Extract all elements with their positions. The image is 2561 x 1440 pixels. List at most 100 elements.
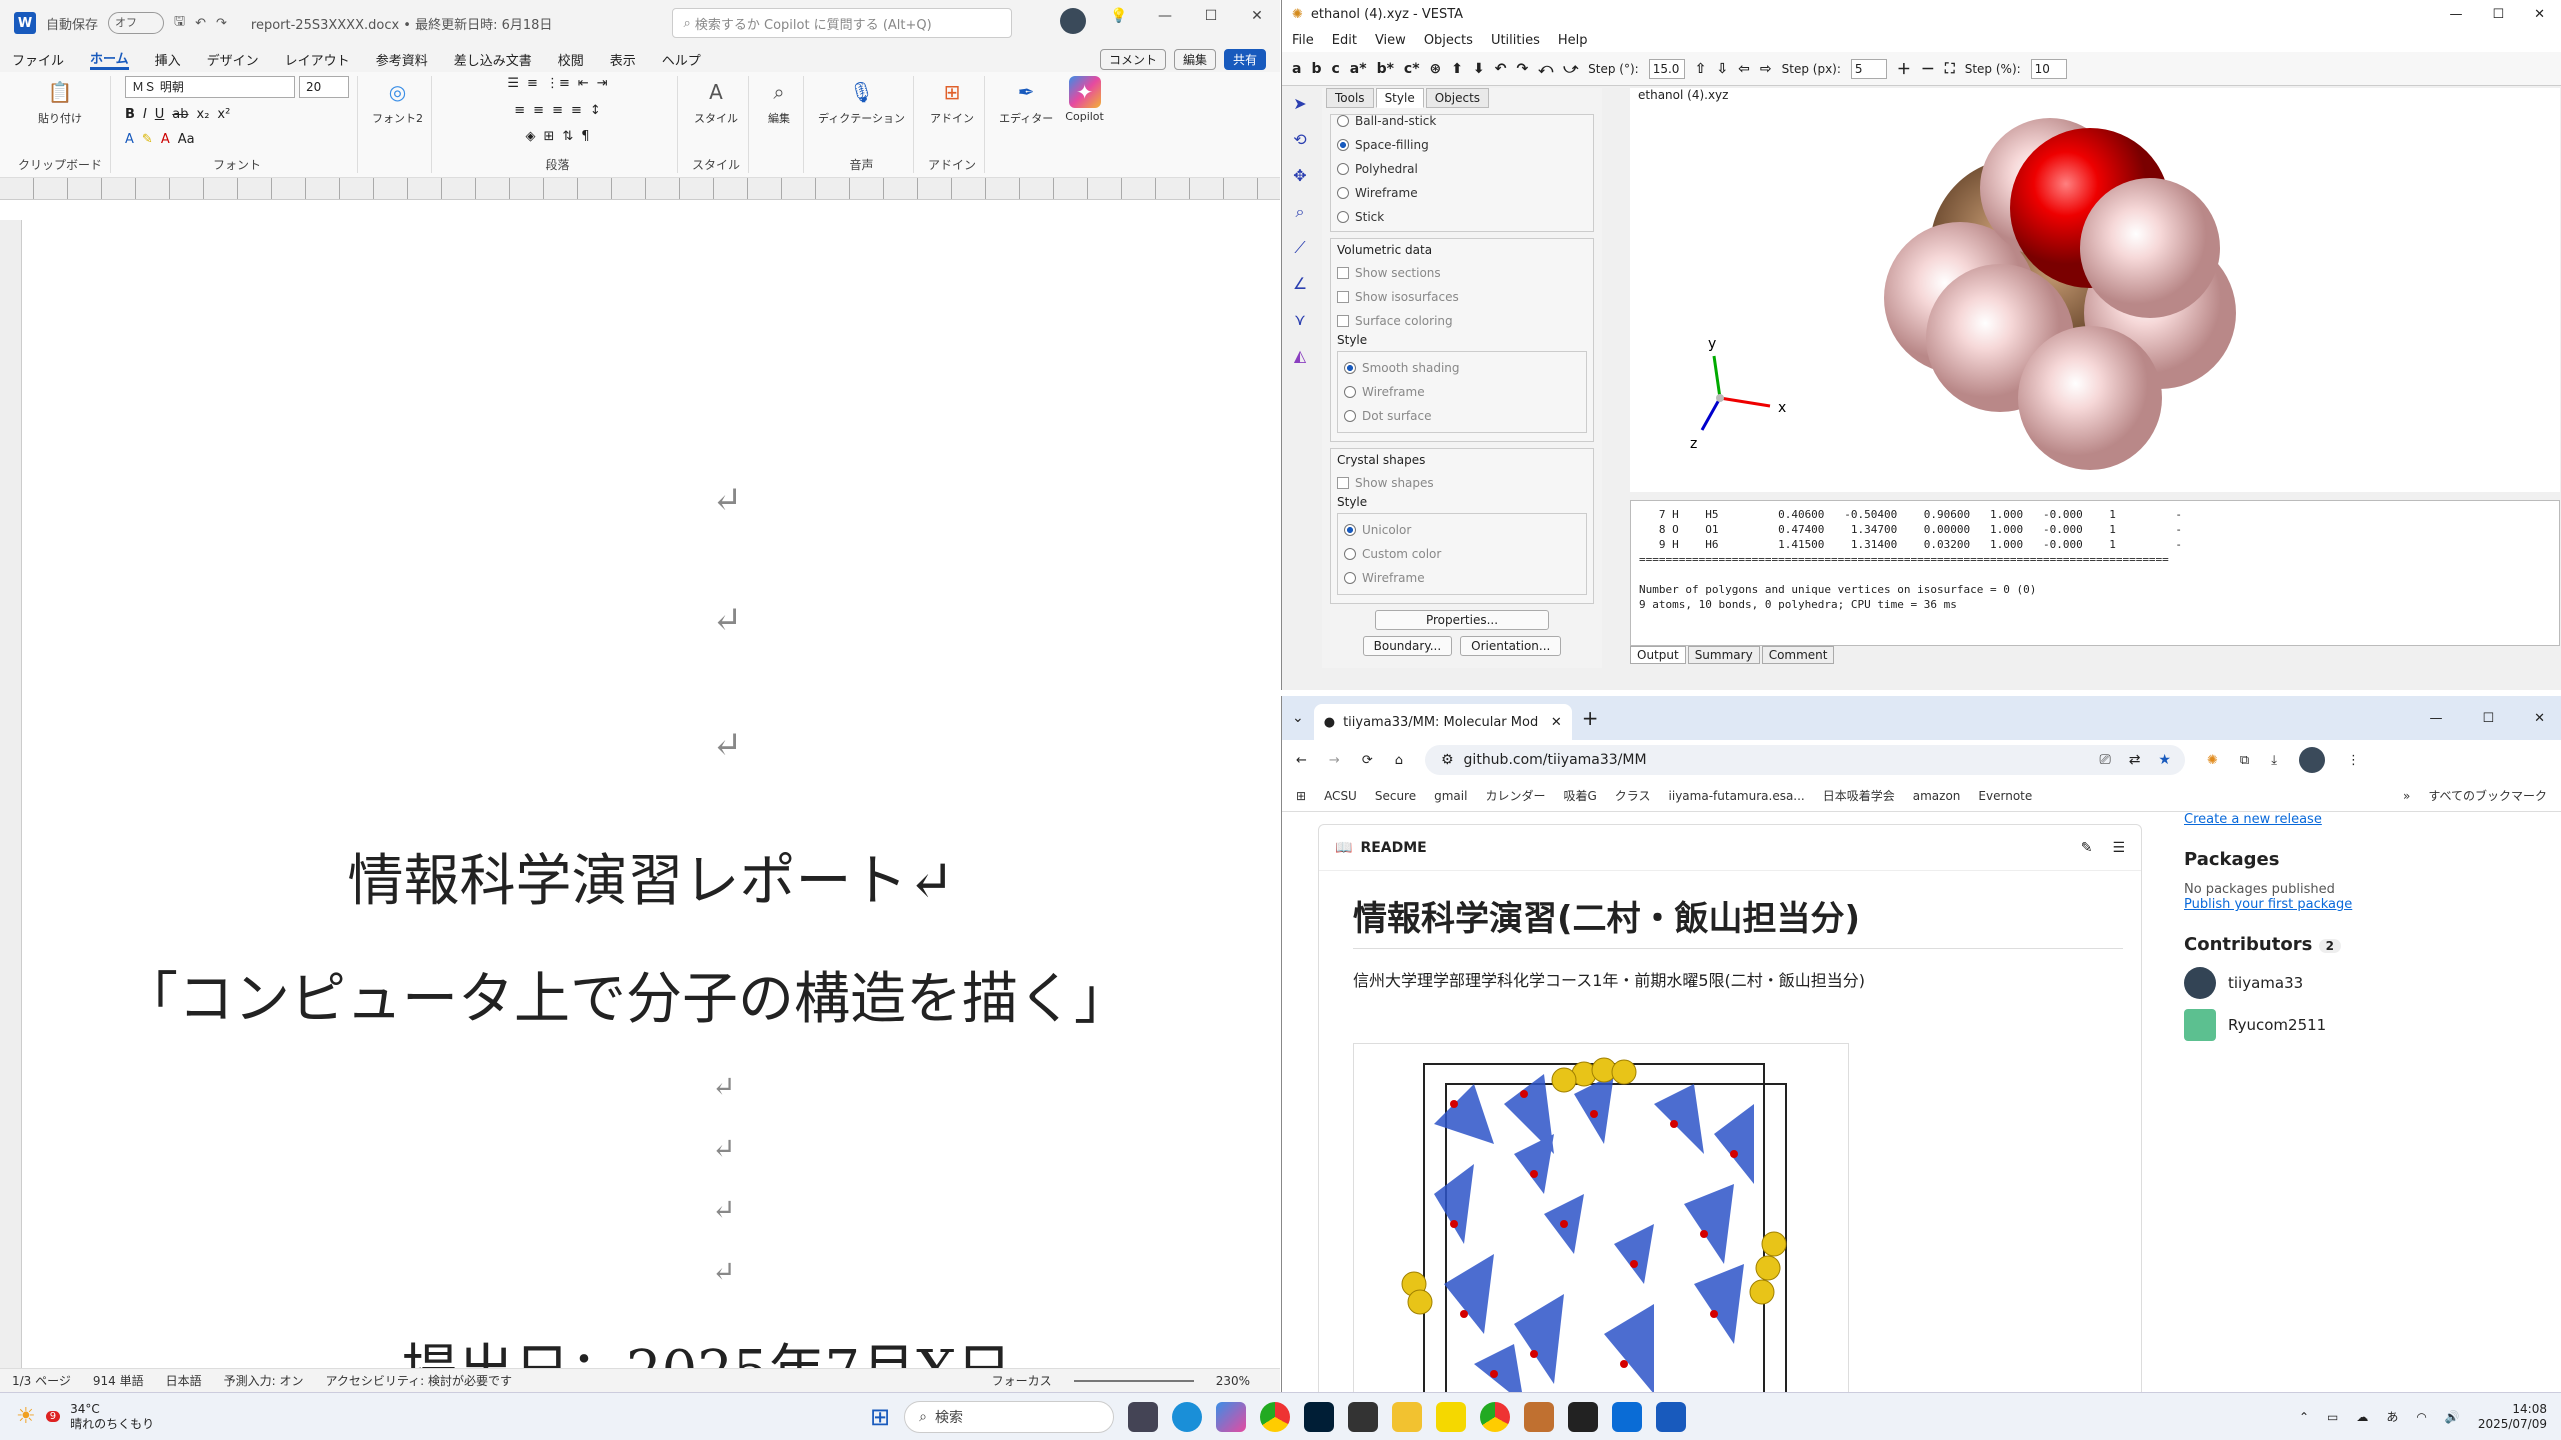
copilot-app-icon[interactable]: [1216, 1401, 1247, 1432]
structure-viewer[interactable]: ethanol (4).xyz x y z: [1630, 88, 2560, 492]
extension-icon[interactable]: ✺: [2207, 753, 2218, 768]
bookmark-item[interactable]: gmail: [1434, 789, 1467, 803]
comment-button[interactable]: コメント: [1099, 48, 1166, 70]
tab-close-icon[interactable]: ✕: [1551, 715, 1562, 730]
change-case-icon[interactable]: Aa: [178, 132, 195, 147]
contributor-item[interactable]: Ryucom2511: [2184, 1009, 2514, 1041]
close-icon[interactable]: ✕: [2534, 7, 2545, 22]
accessibility-status[interactable]: アクセシビリティ: 検討が必要です: [326, 1372, 513, 1389]
file-tab[interactable]: ethanol (4).xyz: [1630, 86, 1736, 104]
tab-comment[interactable]: Comment: [1761, 646, 1835, 664]
molecule-render[interactable]: x y z: [1630, 108, 2560, 488]
editor-button[interactable]: ✒ エディター: [999, 76, 1053, 126]
bookmark-item[interactable]: 吸着G: [1563, 787, 1596, 804]
font-name-select[interactable]: ＭＳ 明朝: [125, 76, 296, 98]
angle-tool-icon[interactable]: ∠: [1288, 274, 1312, 298]
font-color-icon[interactable]: A: [161, 132, 170, 147]
bookmark-item[interactable]: 日本吸着学会: [1823, 787, 1895, 804]
rotate-left-icon[interactable]: ↶: [1495, 61, 1507, 77]
edit-ribbon-button[interactable]: ⌕ 編集: [763, 76, 795, 126]
terminal-icon[interactable]: [1568, 1401, 1599, 1432]
minimize-icon[interactable]: —: [2449, 7, 2462, 22]
bookmark-item[interactable]: カレンダー: [1485, 787, 1545, 804]
step-px-input[interactable]: 5: [1850, 58, 1887, 79]
bookmark-item[interactable]: Secure: [1375, 789, 1416, 803]
edit-button[interactable]: 編集: [1173, 48, 1216, 70]
borders-icon[interactable]: ⊞: [543, 129, 554, 144]
bookmark-item[interactable]: ACSU: [1324, 789, 1357, 803]
tab-output[interactable]: Output: [1630, 646, 1686, 664]
indent-increase-icon[interactable]: ⇥: [597, 76, 608, 91]
output-console[interactable]: 7 H H5 0.40600 -0.50400 0.90600 1.000 -0…: [1630, 500, 2560, 646]
style-space-filling[interactable]: Space-filling: [1337, 133, 1587, 157]
home-icon[interactable]: ⌂: [1395, 753, 1403, 768]
custom-color-radio[interactable]: Custom color: [1344, 542, 1580, 566]
menu-objects[interactable]: Objects: [1424, 33, 1473, 48]
view-c-button[interactable]: c: [1331, 61, 1339, 77]
hydrogen-atom[interactable]: [2080, 178, 2220, 318]
style-stick[interactable]: Stick: [1337, 205, 1587, 229]
avatar[interactable]: [1060, 8, 1086, 34]
tab-objects[interactable]: Objects: [1425, 88, 1490, 108]
minimize-icon[interactable]: —: [2429, 711, 2442, 726]
pan-down-icon[interactable]: ⇩: [1716, 61, 1728, 77]
undo-icon[interactable]: ↶: [195, 16, 206, 31]
close-icon[interactable]: ✕: [1234, 8, 1280, 38]
packages-heading[interactable]: Packages: [2184, 849, 2514, 870]
show-sections-checkbox[interactable]: Show sections: [1337, 261, 1587, 285]
sort-icon[interactable]: ⇅: [562, 129, 573, 144]
vertical-ruler[interactable]: [0, 220, 22, 1370]
view-a-star-button[interactable]: a*: [1350, 61, 1367, 77]
turn-right-icon[interactable]: ⤻: [1563, 61, 1578, 77]
view-c-star-button[interactable]: c*: [1404, 61, 1420, 77]
superscript-icon[interactable]: x²: [217, 107, 230, 122]
view-a-button[interactable]: a: [1292, 61, 1301, 77]
maximize-icon[interactable]: ☐: [2492, 7, 2504, 22]
dictation-button[interactable]: 🎙 ディクテーション: [818, 76, 905, 126]
surface-coloring-checkbox[interactable]: Surface coloring: [1337, 309, 1587, 333]
word-count[interactable]: 914 単語: [93, 1372, 144, 1389]
menu-file[interactable]: ファイル: [12, 50, 64, 69]
start-icon[interactable]: ⊞: [870, 1403, 890, 1431]
menu-layout[interactable]: レイアウト: [285, 50, 350, 69]
indent-decrease-icon[interactable]: ⇤: [578, 76, 589, 91]
tray-overflow-icon[interactable]: ⌃: [2299, 1410, 2309, 1424]
ime-icon[interactable]: あ: [2386, 1408, 2398, 1425]
language[interactable]: 日本語: [166, 1372, 202, 1389]
font2-button[interactable]: ◎ フォント2: [372, 76, 423, 126]
step-deg-input[interactable]: 15.0: [1648, 58, 1685, 79]
tab-tools[interactable]: Tools: [1326, 88, 1374, 108]
select-tool-icon[interactable]: ➤: [1288, 94, 1312, 118]
zoom-level[interactable]: 230%: [1216, 1374, 1280, 1388]
pan-left-icon[interactable]: ⇦: [1738, 61, 1750, 77]
doc-title[interactable]: report-25S3XXXX.docx • 最終更新日時: 6月18日: [251, 14, 553, 33]
clock[interactable]: 14:08 2025/07/09: [2478, 1402, 2547, 1432]
download-icon[interactable]: ⤓: [2271, 753, 2277, 768]
apps-icon[interactable]: ⊞: [1296, 789, 1306, 803]
search-input[interactable]: ⌕ 検索するか Copilot に質問する (Alt+Q): [672, 8, 1013, 38]
arrow-down-icon[interactable]: ⬇: [1473, 61, 1485, 77]
menu-help[interactable]: ヘルプ: [662, 50, 701, 69]
translate-icon[interactable]: ⇄: [2129, 752, 2141, 768]
readme-label[interactable]: README: [1360, 840, 1426, 856]
maximize-icon[interactable]: ☐: [1188, 8, 1234, 38]
menu-view[interactable]: View: [1375, 33, 1406, 48]
font-size-select[interactable]: 20: [299, 76, 350, 98]
publish-package-link[interactable]: Publish your first package: [2184, 897, 2352, 912]
chrome-menu-icon[interactable]: ⋮: [2347, 753, 2360, 768]
rotate-right-icon[interactable]: ↷: [1516, 61, 1528, 77]
plane-tool-icon[interactable]: ◭: [1288, 346, 1312, 370]
bookmark-item[interactable]: Evernote: [1978, 789, 2032, 803]
italic-icon[interactable]: I: [143, 107, 147, 122]
page-count[interactable]: 1/3 ページ: [12, 1372, 71, 1389]
numbering-icon[interactable]: ≡: [527, 76, 538, 91]
taskbar-search[interactable]: ⌕ 検索: [904, 1400, 1115, 1433]
multilevel-icon[interactable]: ⋮≡: [546, 76, 570, 91]
edit-pencil-icon[interactable]: ✎: [2081, 840, 2093, 856]
fit-icon[interactable]: ⛶: [1945, 61, 1955, 77]
horizontal-ruler[interactable]: [0, 178, 1280, 200]
tab-summary[interactable]: Summary: [1687, 646, 1760, 664]
copilot-button[interactable]: ✦ Copilot: [1065, 76, 1104, 126]
bullets-icon[interactable]: ☰: [507, 76, 519, 91]
battery-icon[interactable]: ▭: [2327, 1410, 2338, 1424]
